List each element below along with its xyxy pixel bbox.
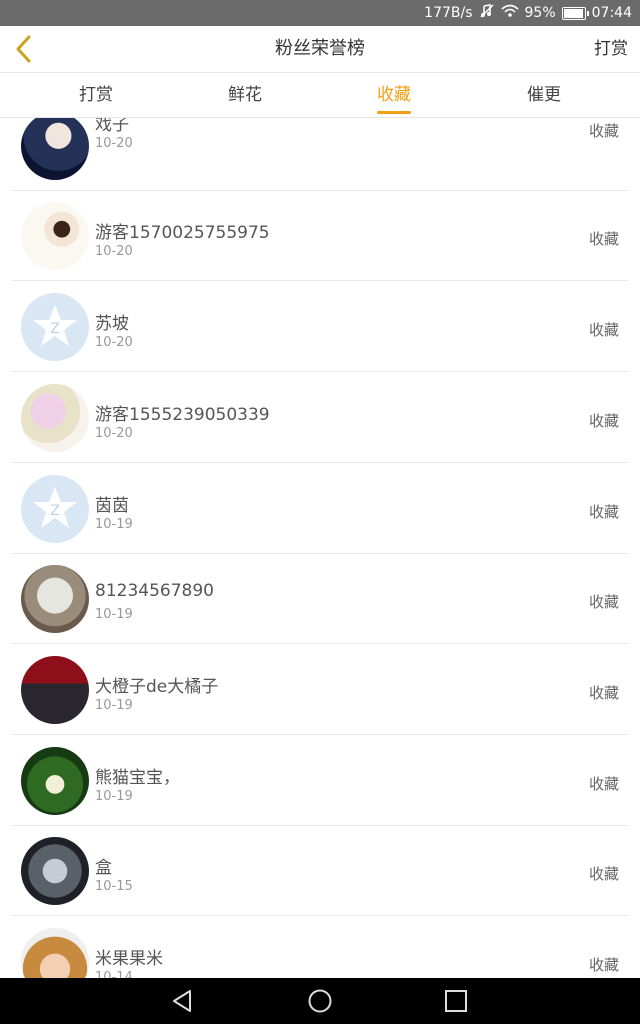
- list-item[interactable]: 熊猫宝宝， 10-19 收藏: [0, 736, 640, 826]
- network-speed: 177B/s: [424, 5, 473, 21]
- list-item[interactable]: 盒 10-15 收藏: [0, 826, 640, 916]
- gift-type: 收藏: [588, 122, 619, 140]
- fan-list: 戏子 10-20 收藏 游客1570025755975 10-20 收藏 Z 苏…: [0, 118, 640, 978]
- fan-date: 10-14: [95, 970, 133, 978]
- avatar: [21, 384, 89, 452]
- fan-name: 熊猫宝宝，: [95, 768, 180, 788]
- tab-label: 鲜花: [228, 85, 262, 105]
- gift-type: 收藏: [588, 321, 619, 339]
- gift-type: 收藏: [588, 775, 619, 793]
- wifi-icon: [500, 4, 519, 22]
- gift-type: 收藏: [588, 593, 619, 611]
- mute-icon: [479, 3, 495, 23]
- avatar: [21, 656, 89, 724]
- fan-date: 10-19: [95, 789, 133, 804]
- nav-recents-icon: [445, 990, 467, 1012]
- fan-date: 10-20: [95, 335, 133, 350]
- list-item[interactable]: 81234567890 10-19 收藏: [0, 554, 640, 644]
- nav-back-button[interactable]: [153, 978, 213, 1024]
- tab-flowers[interactable]: 鲜花: [185, 73, 305, 117]
- gift-type: 收藏: [588, 956, 619, 974]
- divider: [12, 371, 628, 372]
- fan-date: 10-19: [95, 517, 133, 532]
- fan-name: 游客1570025755975: [95, 223, 270, 243]
- gift-type: 收藏: [588, 503, 619, 521]
- fan-date: 10-19: [95, 607, 133, 622]
- tab-favorites[interactable]: 收藏: [334, 73, 454, 117]
- battery-icon: [561, 6, 589, 20]
- tab-label: 催更: [527, 85, 561, 105]
- status-bar-right: 177B/s 95% 07:44: [424, 0, 632, 26]
- list-item[interactable]: 米果果米 10-14 收藏: [0, 917, 640, 978]
- tab-active-indicator: [377, 111, 411, 114]
- back-button[interactable]: [8, 32, 40, 66]
- divider: [12, 643, 628, 644]
- divider: [12, 915, 628, 916]
- clock: 07:44: [591, 5, 632, 21]
- top-bar: 粉丝荣誉榜 打赏: [0, 26, 640, 73]
- status-bar: 177B/s 95% 07:44: [0, 0, 640, 26]
- avatar: [21, 565, 89, 633]
- nav-home-button[interactable]: [290, 978, 350, 1024]
- page-title: 粉丝荣誉榜: [275, 38, 365, 59]
- list-item[interactable]: 游客1555239050339 10-20 收藏: [0, 373, 640, 463]
- nav-back-icon: [173, 990, 191, 1012]
- fan-date: 10-20: [95, 244, 133, 259]
- avatar: [21, 747, 89, 815]
- divider: [12, 734, 628, 735]
- fan-name: 戏子: [95, 118, 129, 135]
- tab-reward[interactable]: 打赏: [36, 73, 156, 117]
- default-avatar-icon: Z: [33, 305, 77, 346]
- battery-fill: [563, 8, 583, 18]
- fan-date: 10-20: [95, 136, 133, 151]
- list-item[interactable]: 大橙子de大橘子 10-19 收藏: [0, 645, 640, 735]
- fan-name: 苏坡: [95, 314, 129, 334]
- avatar: [21, 928, 89, 978]
- avatar: [21, 118, 89, 180]
- fan-name: 茵茵: [95, 496, 129, 516]
- fan-date: 10-19: [95, 698, 133, 713]
- nav-home-icon: [308, 989, 332, 1013]
- fan-name: 盒: [95, 858, 112, 878]
- svg-text:Z: Z: [50, 321, 60, 337]
- list-item[interactable]: 游客1570025755975 10-20 收藏: [0, 191, 640, 281]
- back-arrow-icon: [16, 35, 31, 63]
- gift-type: 收藏: [588, 684, 619, 702]
- avatar: [21, 202, 89, 270]
- gift-type: 收藏: [588, 412, 619, 430]
- tab-bar: 打赏 鲜花 收藏 催更: [0, 73, 640, 118]
- divider: [12, 280, 628, 281]
- reward-button[interactable]: 打赏: [594, 26, 628, 72]
- fan-date: 10-15: [95, 879, 133, 894]
- tab-label: 收藏: [377, 85, 411, 105]
- list-item[interactable]: Z 苏坡 10-20 收藏: [0, 282, 640, 372]
- tab-label: 打赏: [79, 85, 113, 105]
- tab-urge-update[interactable]: 催更: [484, 73, 604, 117]
- fan-name: 大橙子de大橘子: [95, 677, 219, 697]
- gift-type: 收藏: [588, 865, 619, 883]
- battery-percent: 95%: [524, 5, 556, 21]
- svg-text:Z: Z: [50, 503, 60, 519]
- fan-name: 米果果米: [95, 949, 163, 969]
- fan-name: 81234567890: [95, 581, 214, 601]
- system-nav-bar: [0, 978, 640, 1024]
- list-item[interactable]: Z 茵茵 10-19 收藏: [0, 464, 640, 554]
- divider: [12, 462, 628, 463]
- fan-date: 10-20: [95, 426, 133, 441]
- fan-name: 游客1555239050339: [95, 405, 270, 425]
- default-avatar-icon: Z: [33, 487, 77, 528]
- list-item[interactable]: 戏子 10-20 收藏: [0, 118, 640, 191]
- avatar: Z: [21, 475, 89, 543]
- avatar: Z: [21, 293, 89, 361]
- gift-type: 收藏: [588, 230, 619, 248]
- avatar: [21, 837, 89, 905]
- nav-recents-button[interactable]: [426, 978, 486, 1024]
